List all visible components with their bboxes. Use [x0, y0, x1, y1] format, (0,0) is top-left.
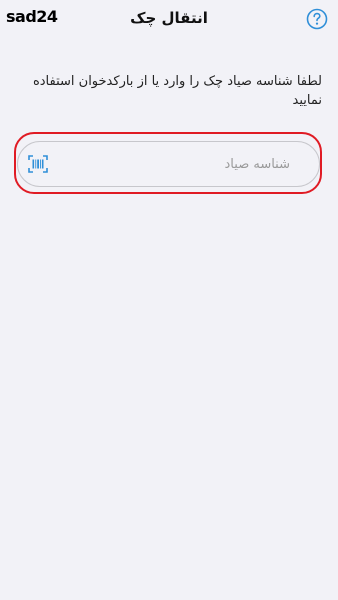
screen: sad24 انتقال چک لطفا شناسه صیاد چک را وا…: [0, 0, 338, 600]
help-icon[interactable]: [306, 8, 328, 30]
instruction-text: لطفا شناسه صیاد چک را وارد یا از بارکدخو…: [32, 74, 322, 108]
barcode-scanner-icon[interactable]: [28, 155, 48, 173]
sayad-id-field[interactable]: [17, 141, 320, 187]
header: sad24 انتقال چک: [0, 0, 338, 40]
sayad-id-input[interactable]: [54, 142, 306, 186]
page-title: انتقال چک: [130, 9, 208, 27]
